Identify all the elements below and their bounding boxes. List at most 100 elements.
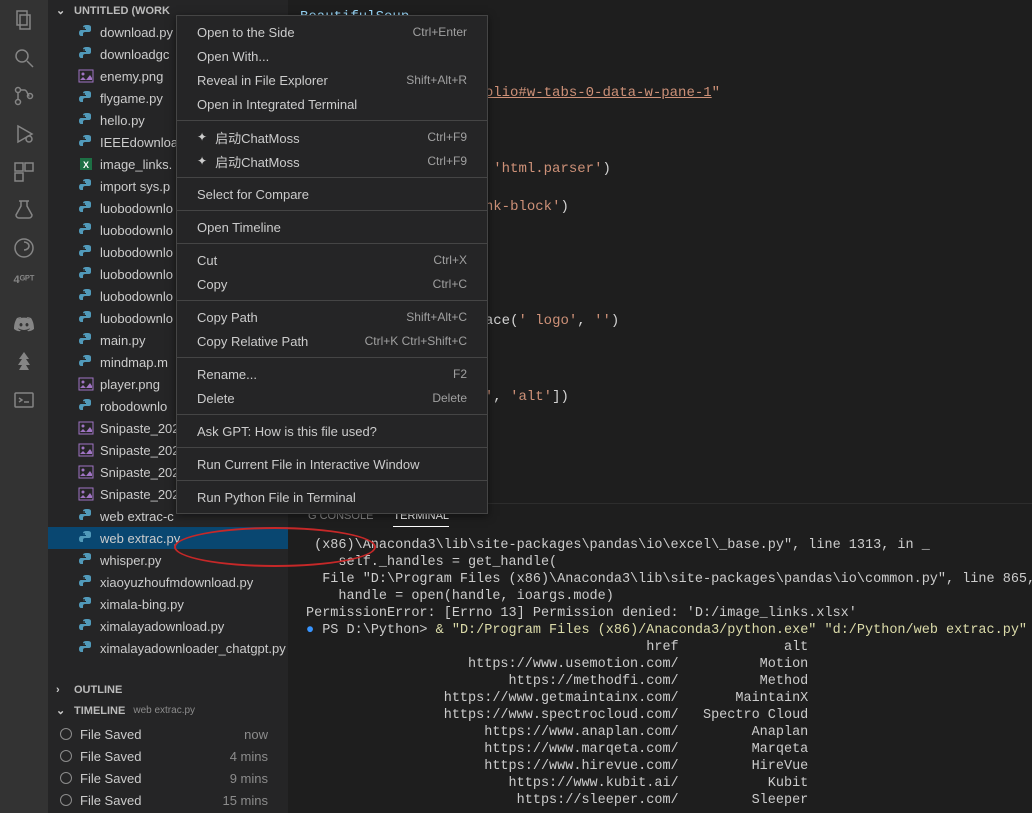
py-file-icon	[78, 200, 94, 216]
menu-select-compare[interactable]: Select for Compare	[177, 182, 487, 206]
menu-rename[interactable]: Rename...F2	[177, 362, 487, 386]
timeline-item[interactable]: File Saved 9 mins	[48, 767, 288, 789]
timeline-time: 4 mins	[230, 749, 268, 764]
py-file-icon	[78, 178, 94, 194]
menu-open-terminal[interactable]: Open in Integrated Terminal	[177, 92, 487, 116]
menu-open-side[interactable]: Open to the SideCtrl+Enter	[177, 20, 487, 44]
context-menu: Open to the SideCtrl+Enter Open With... …	[176, 15, 488, 514]
testing-icon[interactable]	[12, 198, 36, 222]
terminal-output[interactable]: (x86)\Anaconda3\lib\site-packages\pandas…	[288, 533, 1032, 813]
png-file-icon	[78, 486, 94, 502]
file-name: import sys.p	[100, 179, 170, 194]
menu-cut[interactable]: CutCtrl+X	[177, 248, 487, 272]
timeline-item[interactable]: File Saved15 mins	[48, 789, 288, 811]
png-file-icon	[78, 420, 94, 436]
menu-delete[interactable]: DeleteDelete	[177, 386, 487, 410]
terminal-icon[interactable]	[12, 388, 36, 412]
py-file-icon	[78, 574, 94, 590]
save-icon	[60, 772, 72, 784]
png-file-icon	[78, 376, 94, 392]
menu-separator	[177, 414, 487, 415]
file-name: image_links.	[100, 157, 172, 172]
menu-separator	[177, 120, 487, 121]
file-item[interactable]: ximalayadownloader_chatgpt.py	[48, 637, 288, 659]
search-icon[interactable]	[12, 46, 36, 70]
py-file-icon	[78, 46, 94, 62]
py-file-icon	[78, 222, 94, 238]
save-icon	[60, 750, 72, 762]
file-item[interactable]: ximala-bing.py	[48, 593, 288, 615]
run-debug-icon[interactable]	[12, 122, 36, 146]
menu-chatmoss-2[interactable]: ✦启动ChatMossCtrl+F9	[177, 149, 487, 173]
save-icon	[60, 728, 72, 740]
file-name: enemy.png	[100, 69, 163, 84]
timeline-time: 9 mins	[230, 771, 268, 786]
file-name: Snipaste_202	[100, 443, 180, 458]
py-file-icon	[78, 398, 94, 414]
extensions-icon[interactable]	[12, 160, 36, 184]
py-file-icon	[78, 552, 94, 568]
files-icon[interactable]	[12, 8, 36, 32]
timeline-header[interactable]: ⌄ TIMELINE web extrac.py	[48, 700, 288, 721]
file-item[interactable]: ximalayadownload.py	[48, 615, 288, 637]
py-file-icon	[78, 354, 94, 370]
menu-separator	[177, 210, 487, 211]
menu-open-timeline[interactable]: Open Timeline	[177, 215, 487, 239]
outline-header[interactable]: › OUTLINE	[48, 680, 288, 700]
svg-text:X: X	[83, 160, 89, 170]
menu-chatmoss-1[interactable]: ✦启动ChatMossCtrl+F9	[177, 125, 487, 149]
activity-bar: 4ᴳᴾᵀ	[0, 0, 48, 813]
menu-copy-path[interactable]: Copy PathShift+Alt+C	[177, 305, 487, 329]
png-file-icon	[78, 68, 94, 84]
menu-ask-gpt[interactable]: Ask GPT: How is this file used?	[177, 419, 487, 443]
menu-reveal-explorer[interactable]: Reveal in File ExplorerShift+Alt+R	[177, 68, 487, 92]
file-name: luobodownlo	[100, 311, 173, 326]
file-item[interactable]: web extrac.py	[48, 527, 288, 549]
timeline-label: File Saved	[80, 793, 141, 808]
file-name: downloadgc	[100, 47, 169, 62]
file-item[interactable]: whisper.py	[48, 549, 288, 571]
code-text: 'alt'	[510, 389, 552, 405]
timeline-item[interactable]: File Saved now	[48, 723, 288, 745]
menu-separator	[177, 447, 487, 448]
tree-icon[interactable]	[12, 350, 36, 374]
timeline-label: File Saved	[80, 749, 141, 764]
png-file-icon	[78, 442, 94, 458]
file-name: download.py	[100, 25, 173, 40]
code-text: ])	[552, 389, 569, 405]
file-name: xiaoyuzhoufmdownload.py	[100, 575, 253, 590]
code-text: 'html.parser'	[493, 161, 602, 177]
workspace-title: UNTITLED (WORK	[74, 5, 170, 17]
file-name: hello.py	[100, 113, 145, 128]
menu-copy-relative-path[interactable]: Copy Relative PathCtrl+K Ctrl+Shift+C	[177, 329, 487, 353]
file-name: IEEEdownloa	[100, 135, 178, 150]
code-text: )	[602, 161, 610, 177]
file-item[interactable]: xiaoyuzhoufmdownload.py	[48, 571, 288, 593]
py-file-icon	[78, 508, 94, 524]
file-name: flygame.py	[100, 91, 163, 106]
menu-run-terminal[interactable]: Run Python File in Terminal	[177, 485, 487, 509]
menu-separator	[177, 357, 487, 358]
py-file-icon	[78, 640, 94, 656]
spark-icon: ✦	[197, 130, 207, 144]
file-name: web extrac.py	[100, 531, 180, 546]
menu-separator	[177, 480, 487, 481]
file-name: Snipaste_202	[100, 421, 180, 436]
code-text: ' logo'	[518, 313, 577, 329]
file-name: player.png	[100, 377, 160, 392]
file-name: ximalayadownload.py	[100, 619, 224, 634]
timeline-label: File Saved	[80, 727, 141, 742]
menu-open-with[interactable]: Open With...	[177, 44, 487, 68]
menu-run-interactive[interactable]: Run Current File in Interactive Window	[177, 452, 487, 476]
gpt4-icon[interactable]: 4ᴳᴾᵀ	[12, 274, 36, 298]
file-name: robodownlo	[100, 399, 167, 414]
chat-icon[interactable]	[12, 236, 36, 260]
code-text: )	[560, 199, 568, 215]
timeline-label: File Saved	[80, 771, 141, 786]
timeline-time: now	[244, 727, 268, 742]
discord-icon[interactable]	[12, 312, 36, 336]
source-control-icon[interactable]	[12, 84, 36, 108]
menu-copy[interactable]: CopyCtrl+C	[177, 272, 487, 296]
menu-separator	[177, 177, 487, 178]
timeline-item[interactable]: File Saved 4 mins	[48, 745, 288, 767]
